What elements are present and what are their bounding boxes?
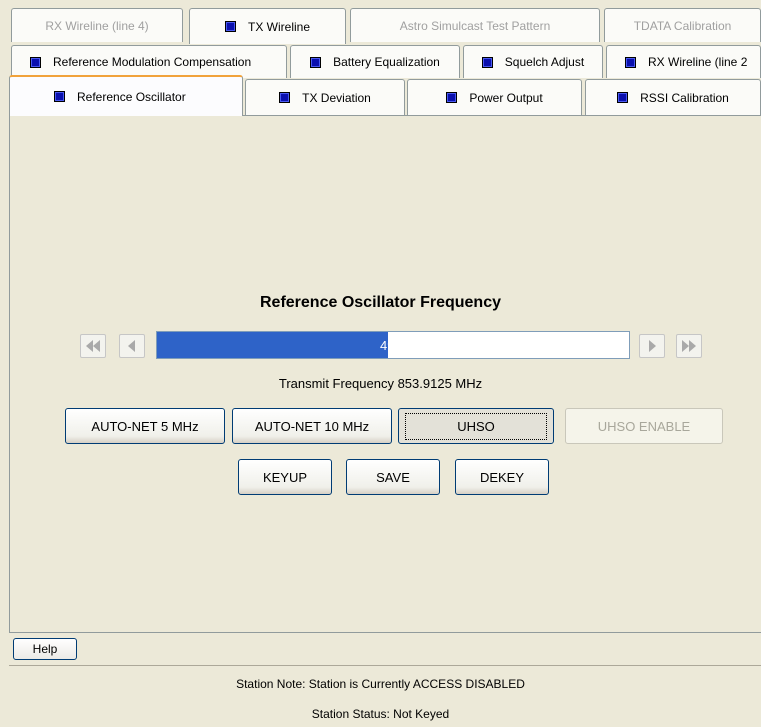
auto-net-10mhz-button[interactable]: AUTO-NET 10 MHz xyxy=(232,408,392,444)
tab-label: RX Wireline (line 2 xyxy=(648,55,748,69)
progress-label: 49% xyxy=(379,337,407,353)
tab-rssi-calibration[interactable]: RSSI Calibration xyxy=(585,79,761,115)
uhso-enable-button[interactable]: UHSO ENABLE xyxy=(565,408,723,444)
next-button[interactable] xyxy=(639,334,665,358)
tab-rx-wireline-line4[interactable]: RX Wireline (line 4) xyxy=(11,8,183,42)
prev-button[interactable] xyxy=(119,334,145,358)
tab-reference-modulation-compensation[interactable]: Reference Modulation Compensation xyxy=(11,45,287,78)
blue-square-icon xyxy=(224,21,236,32)
tab-label: Reference Oscillator xyxy=(77,89,186,104)
tab-label: Battery Equalization xyxy=(333,55,440,69)
tab-label: RX Wireline (line 4) xyxy=(45,18,149,33)
blue-square-icon xyxy=(54,91,65,102)
tab-content-panel xyxy=(9,115,761,633)
last-button[interactable] xyxy=(676,334,702,358)
tab-tdata-calibration[interactable]: TDATA Calibration xyxy=(604,8,761,42)
save-button[interactable]: SAVE xyxy=(346,459,440,495)
blue-square-icon xyxy=(279,92,291,103)
help-button[interactable]: Help xyxy=(13,638,77,660)
uhso-button[interactable]: UHSO xyxy=(398,408,554,444)
tab-squelch-adjust[interactable]: Squelch Adjust xyxy=(463,45,603,78)
page-title: Reference Oscillator Frequency xyxy=(260,294,501,311)
tab-label: RSSI Calibration xyxy=(640,90,729,105)
tab-label: Squelch Adjust xyxy=(504,55,585,69)
button-label: UHSO xyxy=(405,412,547,440)
tab-label: TX Wireline xyxy=(247,19,310,34)
button-label: AUTO-NET 10 MHz xyxy=(254,418,370,434)
blue-square-icon xyxy=(625,56,636,68)
blue-square-icon xyxy=(481,56,493,68)
tab-label: Power Output xyxy=(469,90,543,105)
auto-net-5mhz-button[interactable]: AUTO-NET 5 MHz xyxy=(65,408,225,444)
button-label: DEKEY xyxy=(479,469,525,485)
frequency-progress-bar: 49% xyxy=(156,331,630,359)
blue-square-icon xyxy=(617,92,629,103)
tab-label: Reference Modulation Compensation xyxy=(53,55,252,69)
left-arrow-icon xyxy=(128,340,135,352)
double-right-arrow-icon xyxy=(682,340,696,352)
double-left-arrow-icon xyxy=(86,340,100,352)
dekey-button[interactable]: DEKEY xyxy=(455,459,549,495)
blue-square-icon xyxy=(30,56,41,68)
station-status: Station Status: Not Keyed xyxy=(311,707,450,721)
tab-reference-oscillator[interactable]: Reference Oscillator xyxy=(9,75,243,116)
tab-tx-wireline[interactable]: TX Wireline xyxy=(189,8,346,44)
station-note: Station Note: Station is Currently ACCES… xyxy=(236,677,525,691)
first-button[interactable] xyxy=(80,334,106,358)
tab-battery-equalization[interactable]: Battery Equalization xyxy=(290,45,460,78)
tab-label: TX Deviation xyxy=(302,90,371,105)
button-label: AUTO-NET 5 MHz xyxy=(91,418,199,434)
button-label: UHSO ENABLE xyxy=(597,418,691,434)
tab-power-output[interactable]: Power Output xyxy=(407,79,582,115)
tab-label: Astro Simulcast Test Pattern xyxy=(399,18,551,33)
right-arrow-icon xyxy=(649,340,656,352)
button-label: Help xyxy=(32,642,58,656)
button-label: KEYUP xyxy=(262,469,308,485)
divider xyxy=(9,665,761,666)
tab-astro-simulcast-test-pattern[interactable]: Astro Simulcast Test Pattern xyxy=(350,8,600,42)
blue-square-icon xyxy=(446,92,458,103)
tab-rx-wireline-line2[interactable]: RX Wireline (line 2 xyxy=(606,45,761,78)
tab-tx-deviation[interactable]: TX Deviation xyxy=(245,79,405,115)
keyup-button[interactable]: KEYUP xyxy=(238,459,332,495)
tab-label: TDATA Calibration xyxy=(633,18,732,33)
button-label: SAVE xyxy=(376,469,410,485)
blue-square-icon xyxy=(310,56,322,68)
transmit-frequency: Transmit Frequency 853.9125 MHz xyxy=(278,376,483,391)
